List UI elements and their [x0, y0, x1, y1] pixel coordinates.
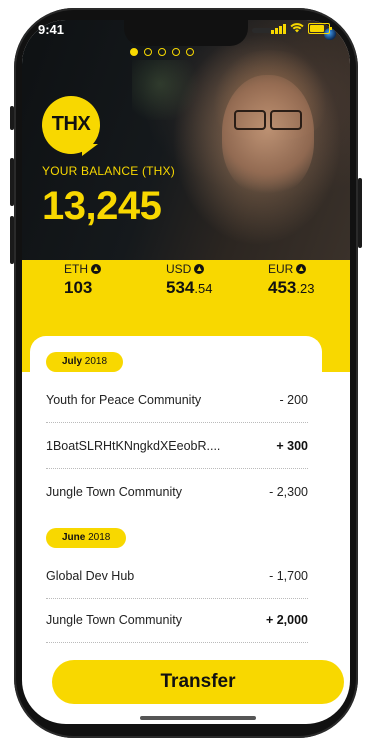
transaction-name: 1BoatSLRHtKNngkdXEeobR.... — [46, 439, 221, 453]
currency-code: USD — [166, 262, 192, 276]
currency-fraction: .23 — [296, 281, 315, 296]
currency-whole: 453 — [268, 278, 297, 297]
glasses-icon — [234, 110, 304, 130]
currency-eur[interactable]: EUR ▲ 453.23 — [268, 262, 314, 298]
month-name: July — [62, 356, 83, 367]
page-dot[interactable] — [130, 48, 138, 56]
currency-whole: 103 — [64, 278, 93, 297]
transaction-row[interactable]: Youth for Peace Community - 200 — [46, 378, 308, 423]
currency-fraction: .54 — [194, 281, 213, 296]
transfer-button[interactable]: Transfer — [52, 660, 344, 704]
transaction-amount: - 1,700 — [269, 569, 308, 583]
page-dot[interactable] — [144, 48, 152, 56]
logo-text: THX — [51, 113, 91, 135]
page-dot[interactable] — [158, 48, 166, 56]
wifi-icon — [290, 23, 304, 33]
status-time: 9:41 — [38, 22, 65, 37]
status-icons — [271, 22, 332, 34]
transaction-amount: + 2,000 — [265, 613, 308, 627]
currency-eth[interactable]: ETH ▲ 103 — [64, 262, 101, 298]
transaction-row[interactable]: 1BoatSLRHtKNngkdXEeobR.... + 300 — [46, 424, 308, 469]
currency-code: ETH — [64, 262, 88, 276]
volume-down-button — [10, 216, 14, 264]
transaction-name: Jungle Town Community — [46, 613, 182, 627]
volume-up-button — [10, 158, 14, 206]
month-header: June 2018 — [46, 528, 127, 548]
page-dot[interactable] — [186, 48, 194, 56]
month-year: 2018 — [88, 532, 111, 543]
month-year: 2018 — [84, 356, 108, 367]
balance-value: 13,245 — [42, 184, 162, 228]
power-button — [358, 178, 362, 248]
transaction-row[interactable]: Global Dev Hub - 1,700 — [46, 554, 308, 599]
currency-code: EUR — [268, 262, 294, 276]
transaction-row[interactable]: Jungle Town Community + 2,000 — [46, 598, 308, 643]
month-name: June — [62, 532, 86, 543]
balance-label: YOUR BALANCE (THX) — [42, 164, 175, 178]
signal-icon — [271, 23, 286, 34]
battery-icon — [308, 22, 332, 34]
person-face — [222, 75, 314, 195]
transaction-name: Global Dev Hub — [46, 569, 135, 583]
notch — [124, 20, 336, 46]
transaction-row[interactable]: Jungle Town Community - 2,300 — [46, 470, 308, 514]
transaction-card: July 2018 Youth for Peace Community - 20… — [30, 336, 322, 682]
transaction-name: Jungle Town Community — [46, 485, 182, 499]
currency-usd[interactable]: USD ▲ 534.54 — [166, 262, 212, 298]
transaction-amount: - 200 — [279, 393, 309, 407]
arrow-up-icon: ▲ — [194, 264, 205, 274]
transaction-name: Youth for Peace Community — [46, 393, 202, 407]
home-indicator[interactable] — [140, 716, 256, 720]
background-plant — [132, 60, 202, 120]
page-dot[interactable] — [172, 48, 180, 56]
speech-bubble-tail — [82, 144, 98, 156]
mute-switch — [10, 106, 14, 130]
arrow-up-icon: ▲ — [296, 264, 307, 274]
transaction-amount: - 2,300 — [269, 485, 308, 499]
thx-logo: THX — [42, 96, 104, 158]
transaction-amount: + 300 — [276, 439, 308, 453]
arrow-up-icon: ▲ — [91, 264, 101, 274]
page-indicator[interactable] — [130, 48, 194, 56]
month-header: July 2018 — [46, 352, 124, 372]
currency-whole: 534 — [166, 278, 195, 297]
